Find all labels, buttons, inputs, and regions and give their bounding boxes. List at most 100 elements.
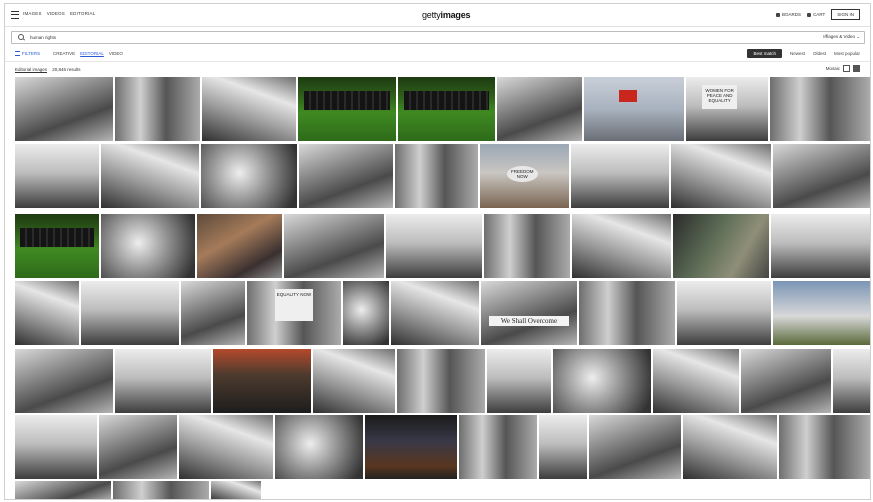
image-tile[interactable] (298, 77, 396, 141)
image-tile[interactable] (99, 415, 177, 479)
image-tile[interactable]: WOMEN FOR PEACE AND EQUALITY (686, 77, 768, 141)
top-navigation: Images Videos Editorial gettyimages Boar… (5, 4, 870, 27)
image-tile[interactable] (497, 77, 582, 141)
image-tile[interactable] (113, 481, 209, 499)
image-sign-text: WOMEN FOR PEACE AND EQUALITY (702, 84, 737, 109)
search-input[interactable] (30, 33, 410, 41)
image-tile[interactable] (15, 415, 97, 479)
image-tile[interactable] (553, 349, 651, 413)
grid-view-icon[interactable] (843, 65, 850, 72)
image-tile[interactable] (343, 281, 389, 345)
cart-label: Cart (813, 12, 826, 17)
image-tile[interactable] (395, 144, 478, 208)
cart-link[interactable]: Cart (807, 12, 825, 17)
boards-label: Boards (782, 12, 802, 17)
content-type-tabs: Creative Editorial Video (53, 51, 123, 56)
filter-icon (15, 51, 20, 57)
search-icon[interactable] (18, 34, 24, 40)
image-tile[interactable] (671, 144, 771, 208)
image-tile[interactable] (741, 349, 831, 413)
image-tile[interactable] (539, 415, 587, 479)
image-tile[interactable] (677, 281, 771, 345)
image-tile[interactable] (213, 349, 311, 413)
image-tile[interactable] (579, 281, 675, 345)
image-tile[interactable] (833, 349, 870, 413)
image-tile[interactable] (391, 281, 479, 345)
image-tile[interactable] (584, 77, 684, 141)
image-tile[interactable] (15, 144, 99, 208)
search-scope-label: Images & Video (823, 34, 855, 39)
image-tile[interactable] (211, 481, 261, 499)
image-tile[interactable]: FREEDOM NOW (480, 144, 569, 208)
image-tile[interactable] (484, 214, 570, 278)
image-tile[interactable] (770, 77, 870, 141)
image-tile[interactable] (15, 349, 113, 413)
view-toggle: Mosaic (826, 65, 860, 72)
nav-links: Images Videos Editorial (23, 11, 95, 16)
image-tile[interactable] (275, 415, 363, 479)
sort-most-popular[interactable]: Most popular (834, 51, 860, 56)
browser-page: Images Videos Editorial gettyimages Boar… (4, 3, 871, 500)
sort-newest[interactable]: Newest (790, 51, 805, 56)
image-tile[interactable] (589, 415, 681, 479)
image-tile[interactable] (115, 349, 211, 413)
image-tile[interactable] (571, 144, 669, 208)
mosaic-view-icon[interactable] (853, 65, 860, 72)
image-tile[interactable] (773, 281, 870, 345)
boards-icon (776, 12, 781, 17)
image-tile[interactable] (181, 281, 245, 345)
image-tile[interactable] (386, 214, 482, 278)
image-tile[interactable] (202, 77, 296, 141)
search-scope-select[interactable]: Images & Video ⌄ (823, 34, 860, 40)
getty-images-logo[interactable]: gettyimages (422, 10, 471, 20)
tab-video[interactable]: Video (109, 51, 123, 56)
sort-best-match[interactable]: Best match (747, 49, 782, 58)
image-tile[interactable] (15, 77, 113, 141)
image-tile[interactable] (101, 214, 195, 278)
image-tile[interactable] (81, 281, 179, 345)
image-tile[interactable] (284, 214, 384, 278)
image-tile[interactable] (572, 214, 671, 278)
tab-creative[interactable]: Creative (53, 51, 75, 56)
image-tile[interactable] (201, 144, 297, 208)
image-tile[interactable] (673, 214, 769, 278)
image-tile[interactable] (197, 214, 282, 278)
image-tile[interactable] (365, 415, 457, 479)
results-count-text: 20,846 results (52, 67, 81, 72)
image-tile[interactable] (15, 214, 99, 278)
image-tile[interactable] (779, 415, 870, 479)
hamburger-menu-icon[interactable] (11, 11, 19, 19)
image-tile[interactable] (115, 77, 200, 141)
image-tile[interactable] (15, 281, 79, 345)
image-tile[interactable] (15, 481, 111, 499)
results-category-link[interactable]: Editorial images (15, 67, 47, 72)
sort-oldest[interactable]: Oldest (813, 51, 826, 56)
image-tile[interactable] (771, 214, 870, 278)
image-tile[interactable] (101, 144, 199, 208)
image-banner-text: We Shall Overcome (488, 316, 570, 327)
tab-editorial[interactable]: Editorial (80, 51, 104, 56)
image-tile[interactable] (313, 349, 395, 413)
nav-link-images[interactable]: Images (23, 11, 42, 16)
nav-link-videos[interactable]: Videos (47, 11, 65, 16)
image-tile[interactable] (683, 415, 777, 479)
filter-row: Filters Creative Editorial Video Best ma… (5, 47, 870, 62)
logo-text-light: getty (422, 10, 441, 20)
image-tile[interactable] (653, 349, 739, 413)
nav-link-editorial[interactable]: Editorial (70, 11, 95, 16)
filters-label: Filters (22, 51, 41, 56)
image-tile[interactable] (179, 415, 273, 479)
image-tile[interactable] (397, 349, 485, 413)
boards-link[interactable]: Boards (776, 12, 801, 17)
image-tile[interactable] (773, 144, 870, 208)
image-tile[interactable] (487, 349, 551, 413)
image-tile[interactable]: EQUALITY NOW (247, 281, 341, 345)
image-tile[interactable] (459, 415, 537, 479)
image-tile[interactable]: We Shall Overcome (481, 281, 577, 345)
filters-button[interactable]: Filters (15, 51, 41, 57)
image-tile[interactable] (299, 144, 393, 208)
sign-in-button[interactable]: Sign in (831, 9, 860, 20)
image-tile[interactable] (398, 77, 495, 141)
image-sign-text: EQUALITY NOW (275, 288, 313, 321)
sort-options: Best match Newest Oldest Most popular (747, 49, 860, 58)
